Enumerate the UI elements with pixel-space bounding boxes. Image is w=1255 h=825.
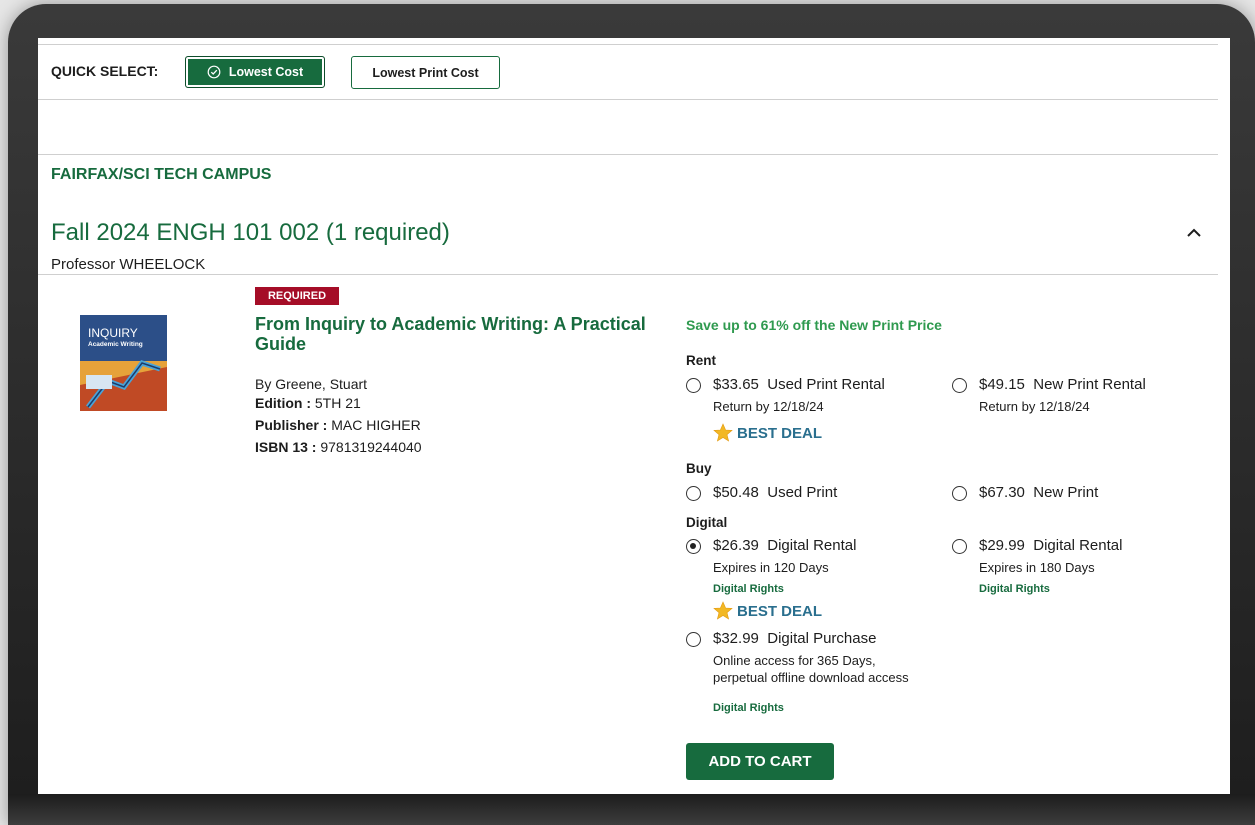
divider	[38, 274, 1218, 275]
digital-rights-link[interactable]: Digital Rights	[979, 583, 1050, 595]
lowest-print-cost-button[interactable]: Lowest Print Cost	[351, 56, 500, 89]
best-deal-tag: BEST DEAL	[713, 601, 822, 621]
offline-access-text: perpetual offline download access	[713, 670, 909, 685]
option-name: New Print Rental	[1033, 376, 1146, 393]
book-cover-image[interactable]: INQUIRY Academic Writing	[80, 315, 167, 411]
divider	[38, 99, 1218, 100]
campus-heading: FAIRFAX/SCI TECH CAMPUS	[51, 166, 272, 183]
best-deal-tag: BEST DEAL	[713, 423, 822, 443]
option-label: $32.99 Digital Purchase	[713, 630, 876, 647]
isbn-value: 9781319244040	[320, 439, 422, 455]
star-icon	[713, 601, 733, 620]
option-label: $33.65 Used Print Rental	[713, 376, 885, 393]
professor-name: Professor WHEELOCK	[51, 256, 206, 273]
option-name: Digital Rental	[1033, 537, 1123, 554]
option-price: $67.30	[979, 484, 1025, 501]
best-deal-label: BEST DEAL	[737, 424, 823, 442]
edition-value: 5TH 21	[314, 395, 361, 411]
digital-rights-link[interactable]: Digital Rights	[713, 583, 784, 595]
option-digital-purchase[interactable]: $32.99 Digital Purchase Online access fo…	[686, 630, 966, 720]
add-to-cart-button[interactable]: ADD TO CART	[686, 743, 834, 780]
option-label: $29.99 Digital Rental	[979, 537, 1122, 554]
expiry-text: Expires in 180 Days	[979, 560, 1095, 575]
option-digital-rental-120[interactable]: $26.39 Digital Rental Expires in 120 Day…	[686, 537, 946, 627]
star-icon	[713, 423, 733, 442]
option-name: Used Print Rental	[767, 376, 885, 393]
radio-button-selected[interactable]	[686, 539, 701, 554]
option-label: $49.15 New Print Rental	[979, 376, 1146, 393]
required-badge: REQUIRED	[255, 287, 339, 305]
option-name: Digital Rental	[767, 537, 857, 554]
screen: QUICK SELECT: Lowest Cost Lowest Print C…	[38, 38, 1230, 794]
quick-select-label: QUICK SELECT:	[51, 63, 159, 79]
return-date: Return by 12/18/24	[713, 399, 824, 414]
radio-button[interactable]	[686, 378, 701, 393]
lowest-cost-label: Lowest Cost	[228, 65, 304, 79]
access-text: Online access for 365 Days,	[713, 653, 876, 668]
best-deal-label: BEST DEAL	[737, 602, 823, 620]
radio-button[interactable]	[952, 539, 967, 554]
option-label: $26.39 Digital Rental	[713, 537, 856, 554]
publisher-value: MAC HIGHER	[331, 417, 421, 433]
book-edition: Edition : 5TH 21	[255, 395, 361, 411]
expiry-text: Expires in 120 Days	[713, 560, 829, 575]
radio-button[interactable]	[952, 378, 967, 393]
digital-rights-link[interactable]: Digital Rights	[713, 702, 784, 714]
option-used-print[interactable]: $50.48 Used Print	[686, 484, 926, 506]
device-chin	[8, 794, 1255, 825]
check-circle-icon	[207, 65, 221, 79]
cover-subtitle-text: Academic Writing	[88, 341, 143, 348]
course-title[interactable]: Fall 2024 ENGH 101 002 (1 required)	[51, 219, 450, 247]
option-new-print[interactable]: $67.30 New Print	[952, 484, 1192, 506]
rent-group-label: Rent	[686, 353, 716, 368]
lowest-cost-button[interactable]: Lowest Cost	[185, 56, 325, 88]
book-publisher: Publisher : MAC HIGHER	[255, 417, 421, 433]
publisher-label: Publisher :	[255, 417, 328, 433]
divider	[38, 154, 1218, 155]
option-price: $50.48	[713, 484, 759, 501]
return-date: Return by 12/18/24	[979, 399, 1090, 414]
option-used-print-rental[interactable]: $33.65 Used Print Rental Return by 12/18…	[686, 376, 946, 466]
option-label: $50.48 Used Print	[713, 484, 837, 501]
option-price: $33.65	[713, 376, 759, 393]
radio-button[interactable]	[952, 486, 967, 501]
digital-group-label: Digital	[686, 515, 728, 530]
option-label: $67.30 New Print	[979, 484, 1098, 501]
buy-group-label: Buy	[686, 461, 712, 476]
option-name: Digital Purchase	[767, 630, 877, 647]
radio-button[interactable]	[686, 486, 701, 501]
option-name: Used Print	[767, 484, 838, 501]
edition-label: Edition :	[255, 395, 311, 411]
option-name: New Print	[1033, 484, 1099, 501]
isbn-label: ISBN 13 :	[255, 439, 317, 455]
option-price: $29.99	[979, 537, 1025, 554]
option-new-print-rental[interactable]: $49.15 New Print Rental Return by 12/18/…	[952, 376, 1192, 426]
chevron-up-icon[interactable]	[1183, 222, 1205, 244]
savings-message: Save up to 61% off the New Print Price	[686, 317, 942, 333]
cover-title-text: INQUIRY	[88, 326, 138, 340]
book-title[interactable]: From Inquiry to Academic Writing: A Prac…	[255, 314, 655, 354]
option-price: $49.15	[979, 376, 1025, 393]
radio-button[interactable]	[686, 632, 701, 647]
option-price: $26.39	[713, 537, 759, 554]
divider	[38, 44, 1218, 45]
option-price: $32.99	[713, 630, 759, 647]
option-digital-rental-180[interactable]: $29.99 Digital Rental Expires in 180 Day…	[952, 537, 1192, 597]
book-author: By Greene, Stuart	[255, 376, 368, 392]
book-isbn: ISBN 13 : 9781319244040	[255, 439, 422, 455]
